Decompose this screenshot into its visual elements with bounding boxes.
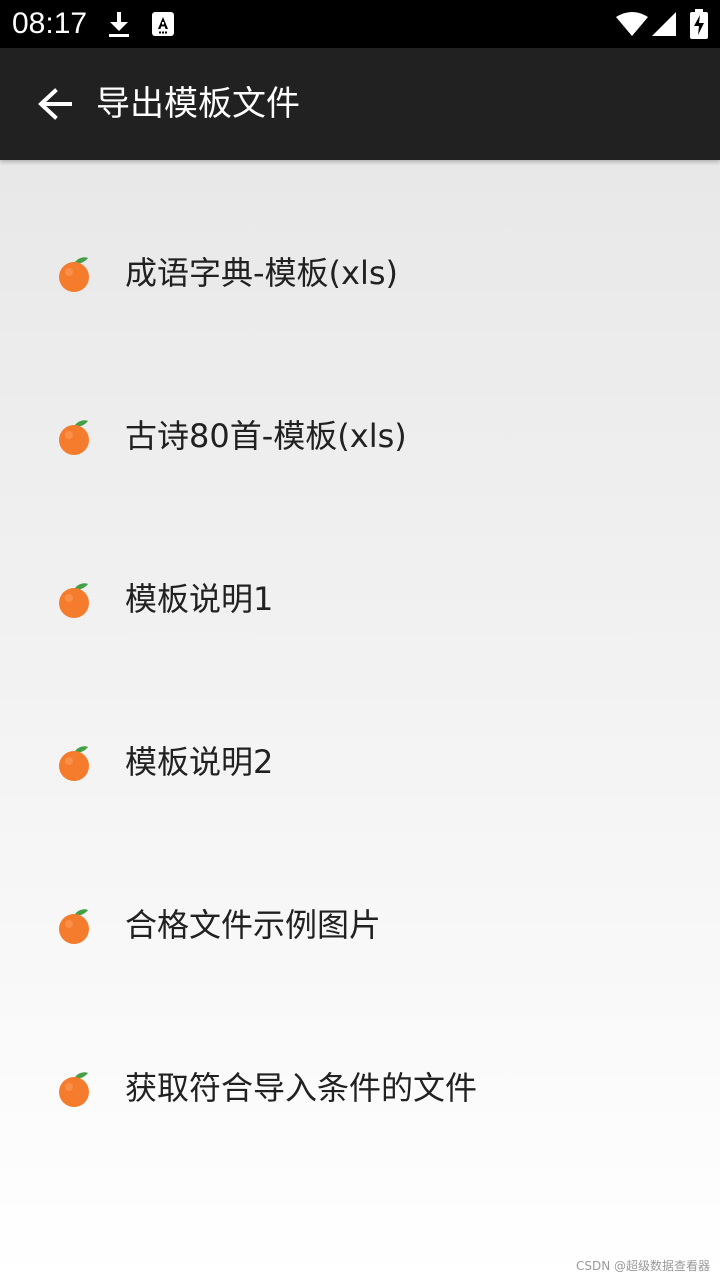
wifi-icon [616,12,648,40]
orange-icon [58,582,92,618]
back-button[interactable] [24,72,88,136]
list-item-label: 成语字典-模板(xls) [125,254,399,292]
app-notification-icon [152,12,174,40]
list-item-label: 模板说明1 [125,580,274,618]
arrow-back-icon [38,88,72,120]
download-icon [106,10,132,42]
list-item-label: 古诗80首-模板(xls) [125,417,407,455]
content-area: 成语字典-模板(xls) 古诗80首-模板(xls) 模板说明1 模板说明2 合… [0,160,720,1280]
orange-icon [58,908,92,944]
orange-icon [58,419,92,455]
list-item-label: 模板说明2 [125,743,274,781]
list-item-template-guide-1[interactable]: 模板说明1 [0,539,720,659]
orange-icon [58,256,92,292]
list-item-get-importable-files[interactable]: 获取符合导入条件的文件 [0,1028,720,1148]
list-item-sample-image[interactable]: 合格文件示例图片 [0,865,720,985]
watermark: CSDN @超级数据查看器 [575,1259,710,1273]
orange-icon [58,745,92,781]
list-item-label: 获取符合导入条件的文件 [125,1069,478,1107]
orange-icon [58,1071,92,1107]
page-title: 导出模板文件 [96,84,300,124]
status-time: 08:17 [12,7,88,40]
list-item-label: 合格文件示例图片 [125,906,382,944]
signal-icon [652,12,676,40]
list-item-template-guide-2[interactable]: 模板说明2 [0,702,720,822]
status-bar: 08:17 [0,0,720,48]
battery-charging-icon [690,9,708,43]
app-bar: 导出模板文件 [0,48,720,160]
list-item-idiom-dictionary-template[interactable]: 成语字典-模板(xls) [0,213,720,333]
list-item-ancient-poems-template[interactable]: 古诗80首-模板(xls) [0,376,720,496]
